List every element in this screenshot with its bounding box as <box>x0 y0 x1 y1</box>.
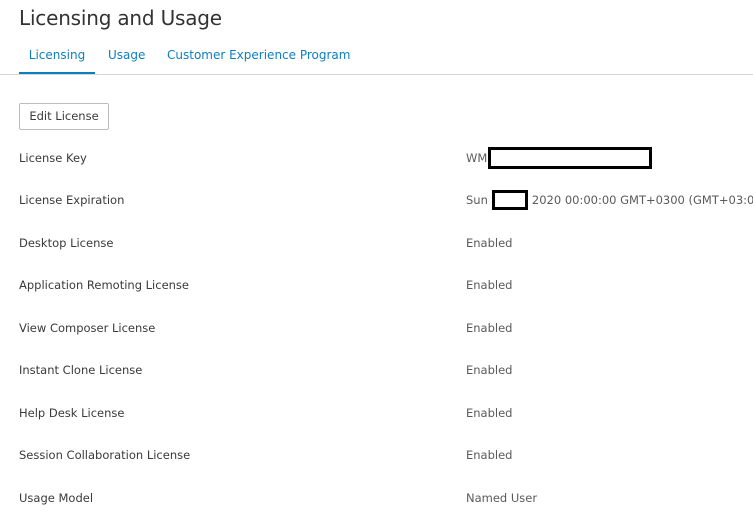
help-desk-license-value: Enabled <box>466 406 513 420</box>
application-remoting-license-row: Application Remoting License Enabled <box>0 275 753 295</box>
license-expiration-row: License Expiration Sun 2020 00:00:00 GMT+… <box>0 189 753 210</box>
tab-licensing[interactable]: Licensing <box>19 48 95 74</box>
application-remoting-license-label: Application Remoting License <box>19 278 190 292</box>
instant-clone-license-label: Instant Clone License <box>19 363 143 377</box>
desktop-license-value: Enabled <box>466 236 513 250</box>
desktop-license-row: Desktop License Enabled <box>0 233 753 253</box>
license-key-label: License Key <box>19 151 87 165</box>
license-key-value: WM <box>466 146 653 169</box>
tab-customer-experience-program[interactable]: Customer Experience Program <box>167 48 350 62</box>
tab-usage[interactable]: Usage <box>108 48 145 62</box>
view-composer-license-row: View Composer License Enabled <box>0 318 753 338</box>
application-remoting-license-value: Enabled <box>466 278 513 292</box>
session-collaboration-license-row: Session Collaboration License Enabled <box>0 445 753 465</box>
session-collaboration-license-label: Session Collaboration License <box>19 448 191 462</box>
instant-clone-license-row: Instant Clone License Enabled <box>0 360 753 380</box>
license-key-prefix: WM <box>466 151 488 165</box>
desktop-license-label: Desktop License <box>19 236 114 250</box>
usage-model-row: Usage Model Named User <box>0 488 753 508</box>
view-composer-license-value: Enabled <box>466 321 513 335</box>
usage-model-value: Named User <box>466 491 538 505</box>
view-composer-license-label: View Composer License <box>19 321 156 335</box>
usage-model-label: Usage Model <box>19 491 94 505</box>
redaction-box <box>491 189 528 210</box>
license-expiration-label: License Expiration <box>19 193 125 207</box>
license-expiration-suffix: 2020 00:00:00 GMT+0300 (GMT+03:00) <box>531 193 753 207</box>
tab-bar: Licensing Usage Customer Experience Prog… <box>0 40 753 75</box>
license-expiration-prefix: Sun <box>466 193 488 207</box>
help-desk-license-label: Help Desk License <box>19 406 125 420</box>
redaction-box <box>488 146 653 169</box>
help-desk-license-row: Help Desk License Enabled <box>0 403 753 423</box>
page-title: Licensing and Usage <box>19 6 222 30</box>
license-key-row: License Key WM <box>0 146 753 169</box>
license-expiration-value: Sun 2020 00:00:00 GMT+0300 (GMT+03:00) <box>466 189 753 210</box>
session-collaboration-license-value: Enabled <box>466 448 513 462</box>
instant-clone-license-value: Enabled <box>466 363 513 377</box>
edit-license-button[interactable]: Edit License <box>19 103 109 130</box>
